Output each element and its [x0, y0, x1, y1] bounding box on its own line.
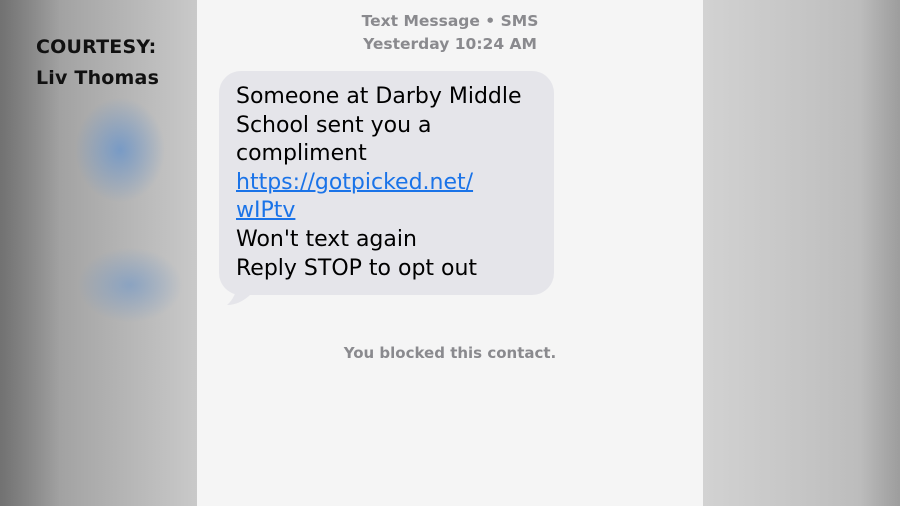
courtesy-watermark: COURTESY: Liv Thomas	[36, 32, 159, 94]
bubble-tail-icon	[227, 282, 251, 305]
message-line: compliment	[236, 141, 367, 167]
message-timestamp: Yesterday 10:24 AM	[363, 35, 537, 53]
message-line: Won't text again	[236, 226, 417, 252]
message-line: School sent you a	[236, 112, 432, 138]
message-channel: Text Message • SMS	[361, 12, 539, 30]
message-link-continued[interactable]: wIPtv	[236, 197, 537, 226]
message-link[interactable]: https://gotpicked.net/	[236, 169, 537, 198]
courtesy-label: COURTESY:	[36, 36, 157, 58]
message-line: Someone at Darby Middle	[236, 84, 522, 109]
courtesy-name: Liv Thomas	[36, 67, 160, 89]
screenshot-stage: COURTESY: Liv Thomas Text Message • SMS …	[0, 0, 900, 506]
message-line: Reply STOP to opt out	[236, 255, 478, 281]
blocked-contact-notice: You blocked this contact.	[343, 344, 557, 362]
message-thread-screen[interactable]: Text Message • SMS Yesterday 10:24 AM So…	[197, 0, 703, 506]
blurred-background-right	[703, 0, 900, 506]
incoming-message-bubble[interactable]: Someone at Darby Middle School sent you …	[219, 71, 554, 295]
message-header: Text Message • SMS Yesterday 10:24 AM	[197, 10, 703, 56]
